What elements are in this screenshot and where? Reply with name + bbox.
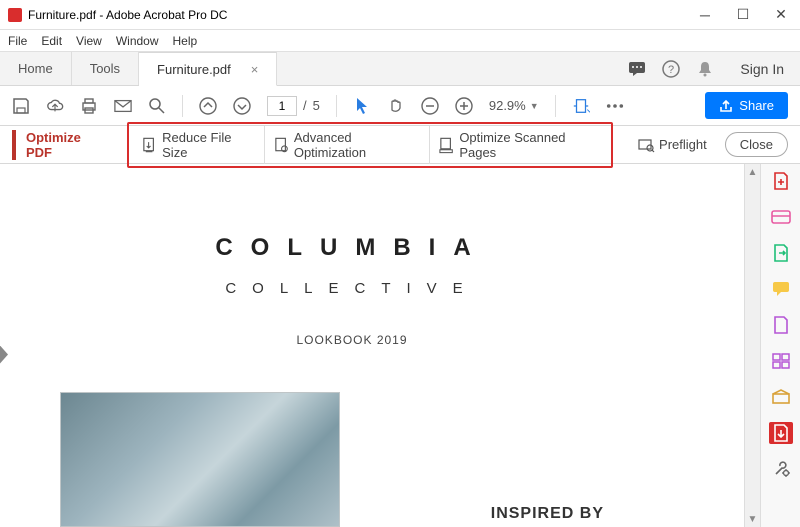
more-icon[interactable] <box>606 97 624 115</box>
rp-more-tools-icon[interactable] <box>769 458 793 480</box>
chevron-down-icon: ▼ <box>530 101 539 111</box>
rp-optimize-icon[interactable] <box>769 422 793 444</box>
page-total: 5 <box>313 98 320 113</box>
preflight-icon <box>637 136 655 154</box>
advanced-optimization-button[interactable]: Advanced Optimization <box>264 126 429 164</box>
vertical-scrollbar[interactable]: ▲ ▼ <box>744 164 760 527</box>
doc-inspired: INSPIRED BY <box>491 505 604 523</box>
fit-width-icon[interactable] <box>572 97 590 115</box>
rp-export-pdf-icon[interactable] <box>769 242 793 264</box>
optimize-bar: Optimize PDF Reduce File Size Advanced O… <box>0 126 800 164</box>
share-label: Share <box>739 98 774 113</box>
share-button[interactable]: Share <box>705 92 788 119</box>
optimize-title: Optimize PDF <box>12 130 107 160</box>
scanned-icon <box>438 136 455 154</box>
tabs-row: Home Tools Furniture.pdf × ? Sign In <box>0 52 800 86</box>
menubar: File Edit View Window Help <box>0 30 800 52</box>
help-icon[interactable]: ? <box>662 60 680 78</box>
share-icon <box>719 99 733 113</box>
page-down-icon[interactable] <box>233 97 251 115</box>
mail-icon[interactable] <box>114 97 132 115</box>
signin-button[interactable]: Sign In <box>740 61 784 77</box>
scroll-up-icon[interactable]: ▲ <box>745 164 760 180</box>
tab-close-icon[interactable]: × <box>251 62 259 77</box>
page-up-icon[interactable] <box>199 97 217 115</box>
maximize-button[interactable]: ☐ <box>724 0 762 30</box>
right-tools-pane <box>760 164 800 527</box>
save-icon[interactable] <box>12 97 30 115</box>
document-area: COLUMBIA COLLECTIVE LOOKBOOK 2019 INSPIR… <box>0 164 800 527</box>
rp-redact-icon[interactable] <box>769 350 793 372</box>
zoom-in-icon[interactable] <box>455 97 473 115</box>
menu-window[interactable]: Window <box>116 34 159 48</box>
rp-comment-icon[interactable] <box>769 278 793 300</box>
menu-view[interactable]: View <box>76 34 102 48</box>
cloud-icon[interactable] <box>46 97 64 115</box>
reduce-file-size-button[interactable]: Reduce File Size <box>133 126 264 164</box>
tab-document-label: Furniture.pdf <box>157 62 231 77</box>
titlebar: Furniture.pdf - Adobe Acrobat Pro DC ─ ☐… <box>0 0 800 30</box>
page-sep: / <box>303 98 307 113</box>
doc-heading-1: COLUMBIA <box>10 234 694 262</box>
rp-protect-icon[interactable] <box>769 386 793 408</box>
app-icon <box>8 8 22 22</box>
bell-icon[interactable] <box>696 60 714 78</box>
tab-home[interactable]: Home <box>0 52 72 85</box>
minimize-button[interactable]: ─ <box>686 0 724 30</box>
select-icon[interactable] <box>353 97 371 115</box>
hand-icon[interactable] <box>387 97 405 115</box>
zoom-value[interactable]: 92.9% ▼ <box>489 98 539 113</box>
tab-tools[interactable]: Tools <box>72 52 139 85</box>
rp-create-pdf-icon[interactable] <box>769 170 793 192</box>
menu-file[interactable]: File <box>8 34 27 48</box>
menu-help[interactable]: Help <box>173 34 198 48</box>
advanced-icon <box>273 136 290 154</box>
document-viewport[interactable]: COLUMBIA COLLECTIVE LOOKBOOK 2019 INSPIR… <box>0 164 744 527</box>
preflight-button[interactable]: Preflight <box>629 132 715 158</box>
reduce-icon <box>141 136 158 154</box>
svg-text:?: ? <box>668 64 674 76</box>
print-icon[interactable] <box>80 97 98 115</box>
rp-edit-pdf-icon[interactable] <box>769 206 793 228</box>
chat-icon[interactable] <box>628 60 646 78</box>
menu-edit[interactable]: Edit <box>41 34 62 48</box>
window-title: Furniture.pdf - Adobe Acrobat Pro DC <box>28 8 227 22</box>
tab-document[interactable]: Furniture.pdf × <box>139 52 277 86</box>
main-toolbar: / 5 92.9% ▼ Share <box>0 86 800 126</box>
page-content: COLUMBIA COLLECTIVE LOOKBOOK 2019 INSPIR… <box>10 174 694 527</box>
optimize-scanned-button[interactable]: Optimize Scanned Pages <box>429 126 607 164</box>
close-panel-button[interactable]: Close <box>725 132 788 157</box>
zoom-label: 92.9% <box>489 98 526 113</box>
doc-subtitle: LOOKBOOK 2019 <box>10 333 694 347</box>
doc-photo <box>60 392 340 527</box>
search-icon[interactable] <box>148 97 166 115</box>
close-window-button[interactable]: ✕ <box>762 0 800 30</box>
scroll-down-icon[interactable]: ▼ <box>745 511 760 527</box>
doc-heading-2: COLLECTIVE <box>10 280 694 297</box>
rp-organize-icon[interactable] <box>769 314 793 336</box>
zoom-out-icon[interactable] <box>421 97 439 115</box>
optimize-options-highlight: Reduce File Size Advanced Optimization O… <box>127 122 613 168</box>
page-current-input[interactable] <box>267 96 297 116</box>
page-indicator: / 5 <box>267 96 320 116</box>
